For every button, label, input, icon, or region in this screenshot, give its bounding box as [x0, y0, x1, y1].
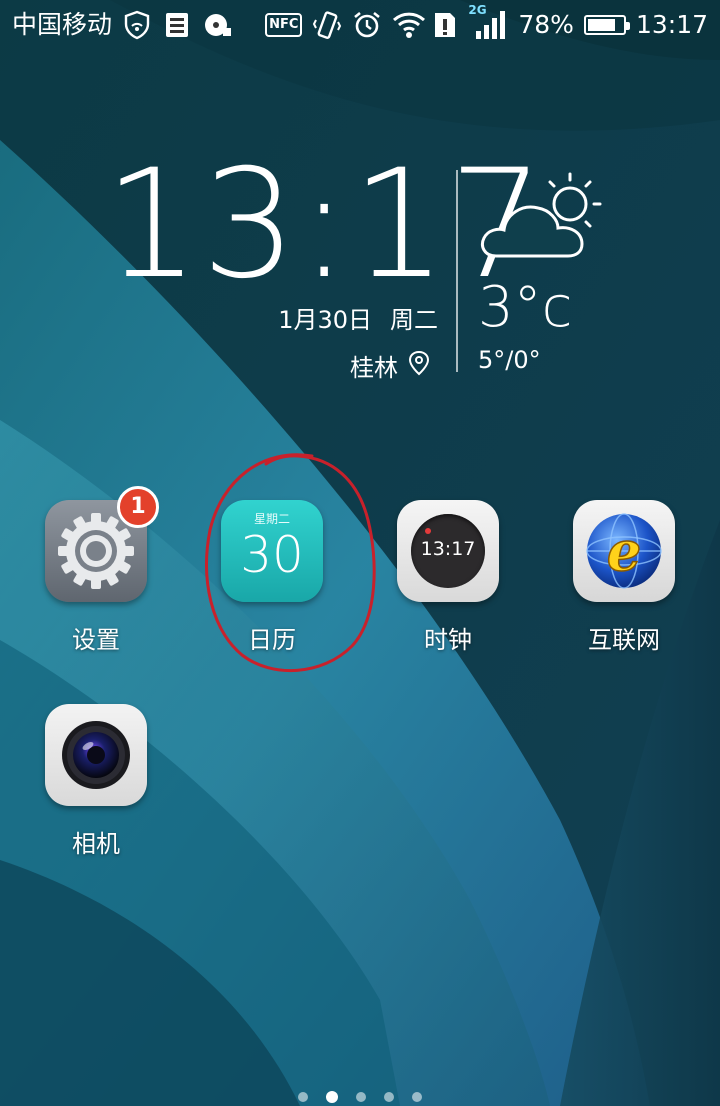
- annotation-circle: [205, 453, 376, 673]
- clock-weather-widget[interactable]: 13:17 1月30日 周二 桂林 3°c 5°/0°: [0, 150, 720, 390]
- storage-alert-icon: [432, 10, 462, 40]
- camera-icon[interactable]: [45, 704, 147, 806]
- battery-percent: 78%: [518, 10, 574, 39]
- widget-date-line: 1月30日 周二: [278, 300, 438, 335]
- carrier-name: 中国移动: [12, 10, 113, 39]
- widget-location[interactable]: 桂林: [350, 348, 430, 383]
- wifi-shield-icon: [122, 10, 152, 40]
- page-dot[interactable]: [384, 1092, 394, 1102]
- app-label-browser: 互联网: [588, 626, 660, 654]
- clock-dot: [425, 528, 431, 534]
- alarm-icon: [352, 10, 382, 40]
- clock-icon-time: 13:17: [420, 538, 476, 560]
- app-clock[interactable]: 13:17 时钟: [368, 500, 528, 655]
- widget-temp-range: 5°/0°: [478, 346, 541, 374]
- widget-weekday: 周二: [390, 306, 438, 334]
- widget-divider: [456, 170, 458, 372]
- app-label-clock: 时钟: [424, 626, 472, 654]
- app-settings[interactable]: 1 设置: [16, 486, 176, 655]
- clock-face: 13:17: [411, 514, 485, 588]
- widget-city: 桂林: [350, 354, 398, 382]
- browser-icon[interactable]: e: [573, 500, 675, 602]
- app-camera[interactable]: 相机: [16, 704, 176, 859]
- settings-icon[interactable]: 1: [45, 486, 159, 602]
- media-icon: [202, 10, 232, 40]
- notification-badge: 1: [117, 486, 159, 528]
- status-bar: 中国移动 NFC 2G 78% 13:17: [0, 0, 720, 52]
- app-browser[interactable]: e 互联网: [544, 500, 704, 655]
- partly-cloudy-icon: [478, 168, 610, 268]
- page-dot[interactable]: [412, 1092, 422, 1102]
- vibrate-icon: [312, 10, 342, 40]
- location-pin-icon: [408, 350, 430, 382]
- status-time: 13:17: [635, 10, 708, 39]
- sim-card-icon: [162, 10, 192, 40]
- network-type-label: 2G: [468, 3, 487, 17]
- app-label-settings: 设置: [72, 626, 120, 654]
- widget-temperature: 3°c: [478, 275, 573, 340]
- page-dot[interactable]: [326, 1091, 338, 1103]
- nfc-icon: NFC: [265, 13, 303, 37]
- page-dot[interactable]: [356, 1092, 366, 1102]
- clock-icon[interactable]: 13:17: [397, 500, 499, 602]
- wifi-icon: [392, 10, 426, 40]
- app-label-camera: 相机: [72, 830, 120, 858]
- page-dot[interactable]: [298, 1092, 308, 1102]
- signal-icon: 2G: [468, 3, 508, 41]
- svg-text:e: e: [607, 519, 641, 583]
- page-indicator[interactable]: [0, 1091, 720, 1103]
- battery-icon: [583, 15, 630, 35]
- widget-date: 1月30日: [278, 306, 372, 334]
